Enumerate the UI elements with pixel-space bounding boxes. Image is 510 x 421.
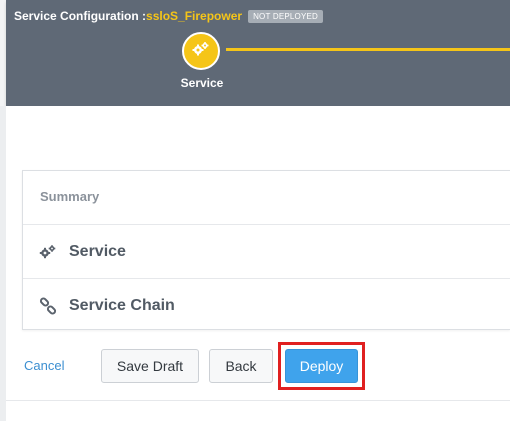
- page-header: Service Configuration : ssloS_Firepower …: [6, 0, 510, 106]
- progress-line: [226, 48, 510, 51]
- summary-row-service[interactable]: Service: [23, 224, 510, 278]
- step-label: Service: [180, 76, 224, 90]
- save-draft-button[interactable]: Save Draft: [101, 349, 199, 383]
- summary-row-label: Service: [69, 242, 126, 260]
- gears-icon: [39, 243, 57, 261]
- service-name: ssloS_Firepower: [146, 9, 243, 23]
- summary-card: Summary Service Service Chain: [22, 170, 510, 330]
- step-service[interactable]: [182, 32, 220, 70]
- page-title: Service Configuration : ssloS_Firepower …: [14, 9, 324, 23]
- status-badge: NOT DEPLOYED: [248, 9, 324, 23]
- title-prefix: Service Configuration :: [14, 9, 147, 23]
- summary-title: Summary: [40, 189, 100, 204]
- gears-icon: [192, 41, 210, 62]
- chain-link-icon: [39, 296, 57, 315]
- summary-row-label: Service Chain: [69, 296, 175, 314]
- cancel-link[interactable]: Cancel: [24, 358, 64, 373]
- summary-row-service-chain[interactable]: Service Chain: [23, 278, 510, 332]
- back-button[interactable]: Back: [209, 349, 273, 383]
- deploy-button[interactable]: Deploy: [285, 349, 358, 383]
- divider: [6, 400, 510, 401]
